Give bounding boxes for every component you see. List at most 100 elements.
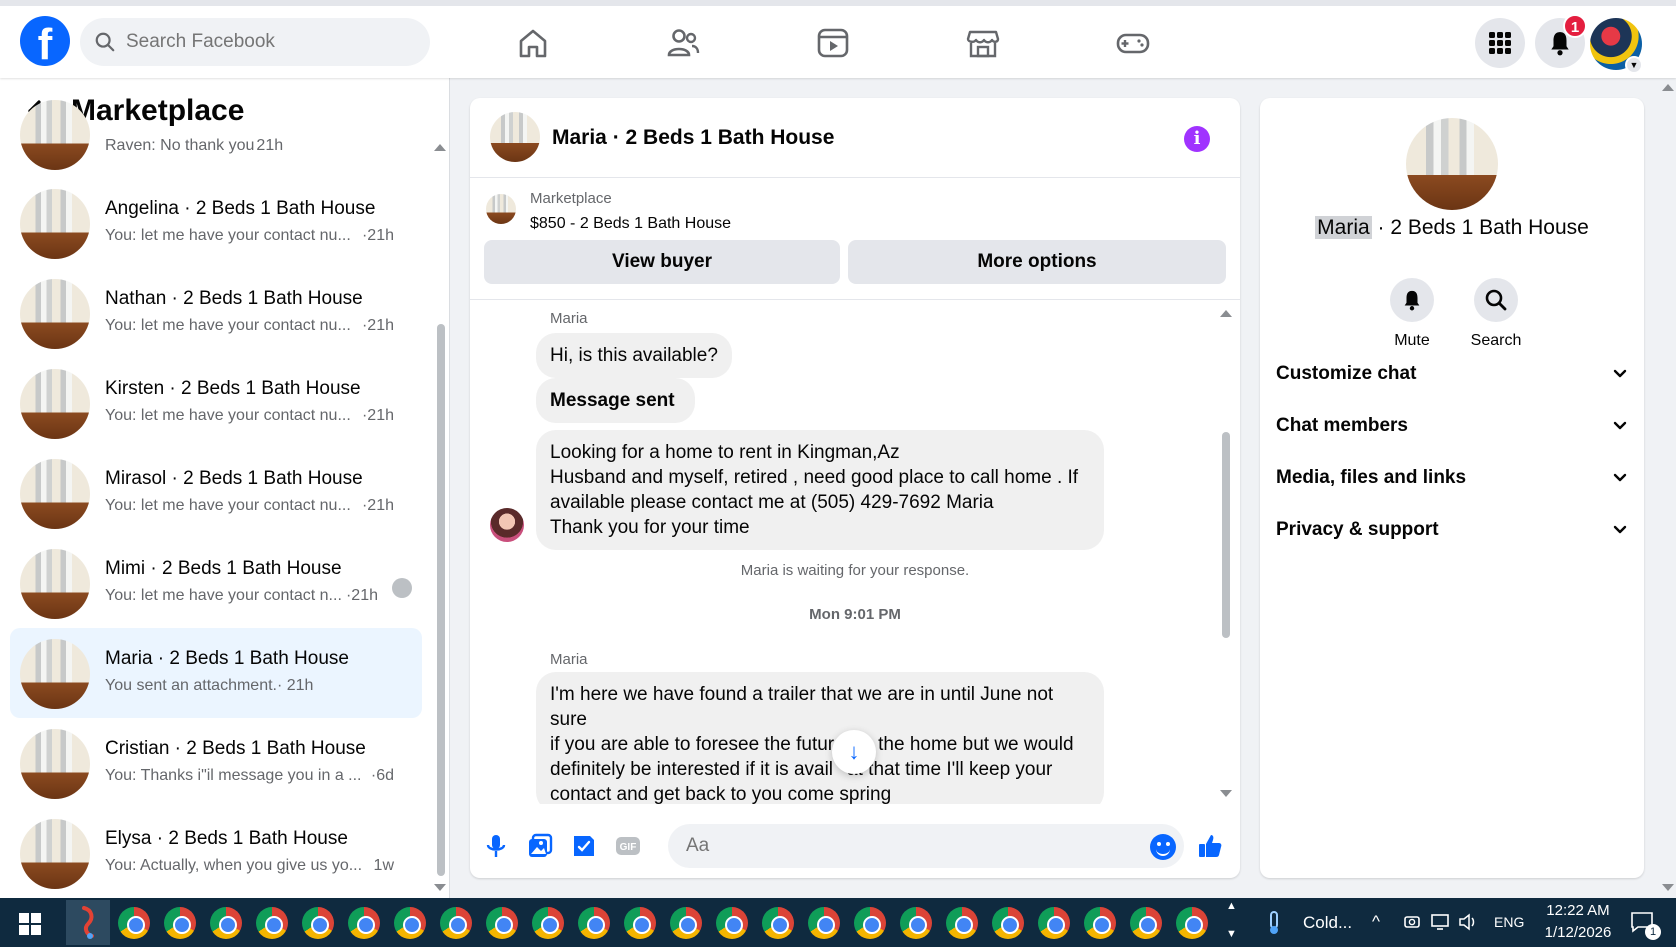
language-indicator[interactable]: ENG xyxy=(1494,914,1524,930)
chrome-taskbar-icon[interactable] xyxy=(164,907,196,939)
chrome-taskbar-icon[interactable] xyxy=(256,907,288,939)
chrome-taskbar-icon[interactable] xyxy=(118,907,150,939)
chrome-taskbar-icon[interactable] xyxy=(486,907,518,939)
clock-date[interactable]: 1/12/2026 xyxy=(1536,924,1620,941)
page-scroll-down-icon[interactable] xyxy=(1662,884,1674,891)
message-line: the home but we would xyxy=(878,734,1074,755)
windows-start-icon[interactable] xyxy=(18,912,42,936)
conversation-item-elysa[interactable]: Elysa · 2 Beds 1 Bath House You: Actuall… xyxy=(10,808,422,898)
chat-thumbnail[interactable] xyxy=(490,112,540,162)
conversation-item-maria[interactable]: Maria · 2 Beds 1 Bath House You sent an … xyxy=(10,628,422,718)
chrome-taskbar-icon[interactable] xyxy=(532,907,564,939)
chrome-taskbar-icon[interactable] xyxy=(808,907,840,939)
chrome-taskbar-icon[interactable] xyxy=(1176,907,1208,939)
message-input[interactable] xyxy=(668,824,1184,868)
view-buyer-button[interactable]: View buyer xyxy=(484,240,840,284)
page-scroll-up-icon[interactable] xyxy=(1662,84,1674,91)
sticker-icon[interactable] xyxy=(570,832,598,860)
mute-action[interactable]: Mute xyxy=(1372,278,1452,350)
chrome-taskbar-icon[interactable] xyxy=(394,907,426,939)
chevron-up-icon[interactable]: ^ xyxy=(1372,912,1380,932)
chrome-taskbar-icon[interactable] xyxy=(578,907,610,939)
chrome-taskbar-icon[interactable] xyxy=(440,907,472,939)
thermometer-icon[interactable] xyxy=(1262,910,1286,936)
message-line: Looking for a home to rent in Kingman,Az xyxy=(550,442,900,463)
media-files-links-section[interactable]: Media, files and links xyxy=(1276,458,1628,498)
chrome-taskbar-icon[interactable] xyxy=(716,907,748,939)
photo-gallery-icon[interactable] xyxy=(526,832,554,860)
chat-members-section[interactable]: Chat members xyxy=(1276,406,1628,446)
conversation-item-mimi[interactable]: Mimi · 2 Beds 1 Bath House You: let me h… xyxy=(10,538,422,628)
search-input[interactable] xyxy=(126,31,406,53)
message-bubble[interactable]: I'm here we have found a trailer that we… xyxy=(536,672,1104,804)
search-box[interactable] xyxy=(80,18,430,66)
pinned-app-glyph-icon xyxy=(82,906,94,939)
details-thumbnail[interactable] xyxy=(1406,118,1498,210)
menu-grid-button[interactable] xyxy=(1475,18,1525,68)
microphone-icon[interactable] xyxy=(482,832,510,860)
chrome-taskbar-icon[interactable] xyxy=(762,907,794,939)
customize-chat-section[interactable]: Customize chat xyxy=(1276,354,1628,394)
network-icon[interactable] xyxy=(1430,913,1450,931)
clock-time[interactable]: 12:22 AM xyxy=(1536,902,1620,919)
chrome-taskbar-icon[interactable] xyxy=(1084,907,1116,939)
taskbar-scroll-up-icon[interactable]: ▲ xyxy=(1226,900,1237,912)
conversation-item-cristian[interactable]: Cristian · 2 Beds 1 Bath House You: Than… xyxy=(10,718,422,808)
conversation-item-kirsten[interactable]: Kirsten · 2 Beds 1 Bath House You: let m… xyxy=(10,358,422,448)
chrome-taskbar-icon[interactable] xyxy=(670,907,702,939)
chrome-taskbar-icon[interactable] xyxy=(900,907,932,939)
listing-title[interactable]: $850 - 2 Beds 1 Bath House xyxy=(530,215,731,233)
watch-video-icon[interactable] xyxy=(815,26,851,60)
chrome-taskbar-icon[interactable] xyxy=(624,907,656,939)
chrome-taskbar-icon[interactable] xyxy=(992,907,1024,939)
gaming-icon[interactable] xyxy=(1115,26,1151,60)
chrome-taskbar-icon[interactable] xyxy=(210,907,242,939)
sender-avatar[interactable] xyxy=(490,508,524,542)
message-sender: Maria xyxy=(550,310,588,327)
account-chevron-down-icon[interactable]: ▼ xyxy=(1625,56,1643,74)
privacy-support-section[interactable]: Privacy & support xyxy=(1276,510,1628,550)
pinned-app-icon[interactable] xyxy=(66,900,110,945)
friends-icon[interactable] xyxy=(665,26,701,60)
chrome-taskbar-icon[interactable] xyxy=(302,907,334,939)
chrome-taskbar-icon[interactable] xyxy=(1130,907,1162,939)
chrome-taskbar-icon[interactable] xyxy=(348,907,380,939)
scroll-up-icon[interactable] xyxy=(434,144,446,151)
info-icon[interactable]: i xyxy=(1184,126,1210,152)
gif-icon[interactable]: GIF xyxy=(614,832,642,860)
conversation-sidebar: Marketplace Raven: No thank you 21h Angel… xyxy=(0,78,450,898)
more-options-button[interactable]: More options xyxy=(848,240,1226,284)
conversation-item-raven[interactable]: Raven: No thank you 21h xyxy=(10,100,422,178)
chrome-taskbar-icon[interactable] xyxy=(946,907,978,939)
scroll-up-icon[interactable] xyxy=(1220,310,1232,317)
emoji-icon[interactable] xyxy=(1150,834,1176,860)
marketplace-icon[interactable] xyxy=(965,26,1001,60)
chat-title[interactable]: Maria · 2 Beds 1 Bath House xyxy=(552,126,834,150)
message-bubble[interactable]: Hi, is this available? xyxy=(536,333,732,378)
home-icon[interactable] xyxy=(515,26,551,60)
message-line: Thank you for your time xyxy=(550,517,750,538)
search-action[interactable]: Search xyxy=(1456,278,1536,350)
conversation-preview: You: let me have your contact nu... xyxy=(105,227,351,244)
chrome-taskbar-icon[interactable] xyxy=(854,907,886,939)
volume-icon[interactable] xyxy=(1458,913,1478,931)
scroll-down-icon[interactable] xyxy=(434,884,446,891)
conversation-item-mirasol[interactable]: Mirasol · 2 Beds 1 Bath House You: let m… xyxy=(10,448,422,538)
camera-icon[interactable] xyxy=(1403,913,1421,931)
listing-thumbnail[interactable] xyxy=(486,194,516,224)
scroll-to-bottom-button[interactable]: ↓ xyxy=(832,730,876,774)
sidebar-scrollbar[interactable] xyxy=(437,324,445,876)
facebook-logo-icon[interactable]: f xyxy=(20,16,70,66)
thumbs-up-icon[interactable] xyxy=(1196,832,1224,860)
selected-name-text[interactable]: Maria xyxy=(1315,216,1372,239)
conversation-item-angelina[interactable]: Angelina · 2 Beds 1 Bath House You: let … xyxy=(10,178,422,268)
message-sent-bubble[interactable]: Message sent xyxy=(536,378,695,423)
taskbar-scroll-down-icon[interactable]: ▼ xyxy=(1226,928,1237,940)
chat-scrollbar[interactable] xyxy=(1222,432,1230,638)
weather-text[interactable]: Cold... xyxy=(1303,913,1352,933)
scroll-down-icon[interactable] xyxy=(1220,790,1232,797)
message-bubble[interactable]: Looking for a home to rent in Kingman,Az… xyxy=(536,430,1104,550)
chrome-taskbar-icon[interactable] xyxy=(1038,907,1070,939)
grid-icon xyxy=(1489,32,1511,54)
conversation-item-nathan[interactable]: Nathan · 2 Beds 1 Bath House You: let me… xyxy=(10,268,422,358)
